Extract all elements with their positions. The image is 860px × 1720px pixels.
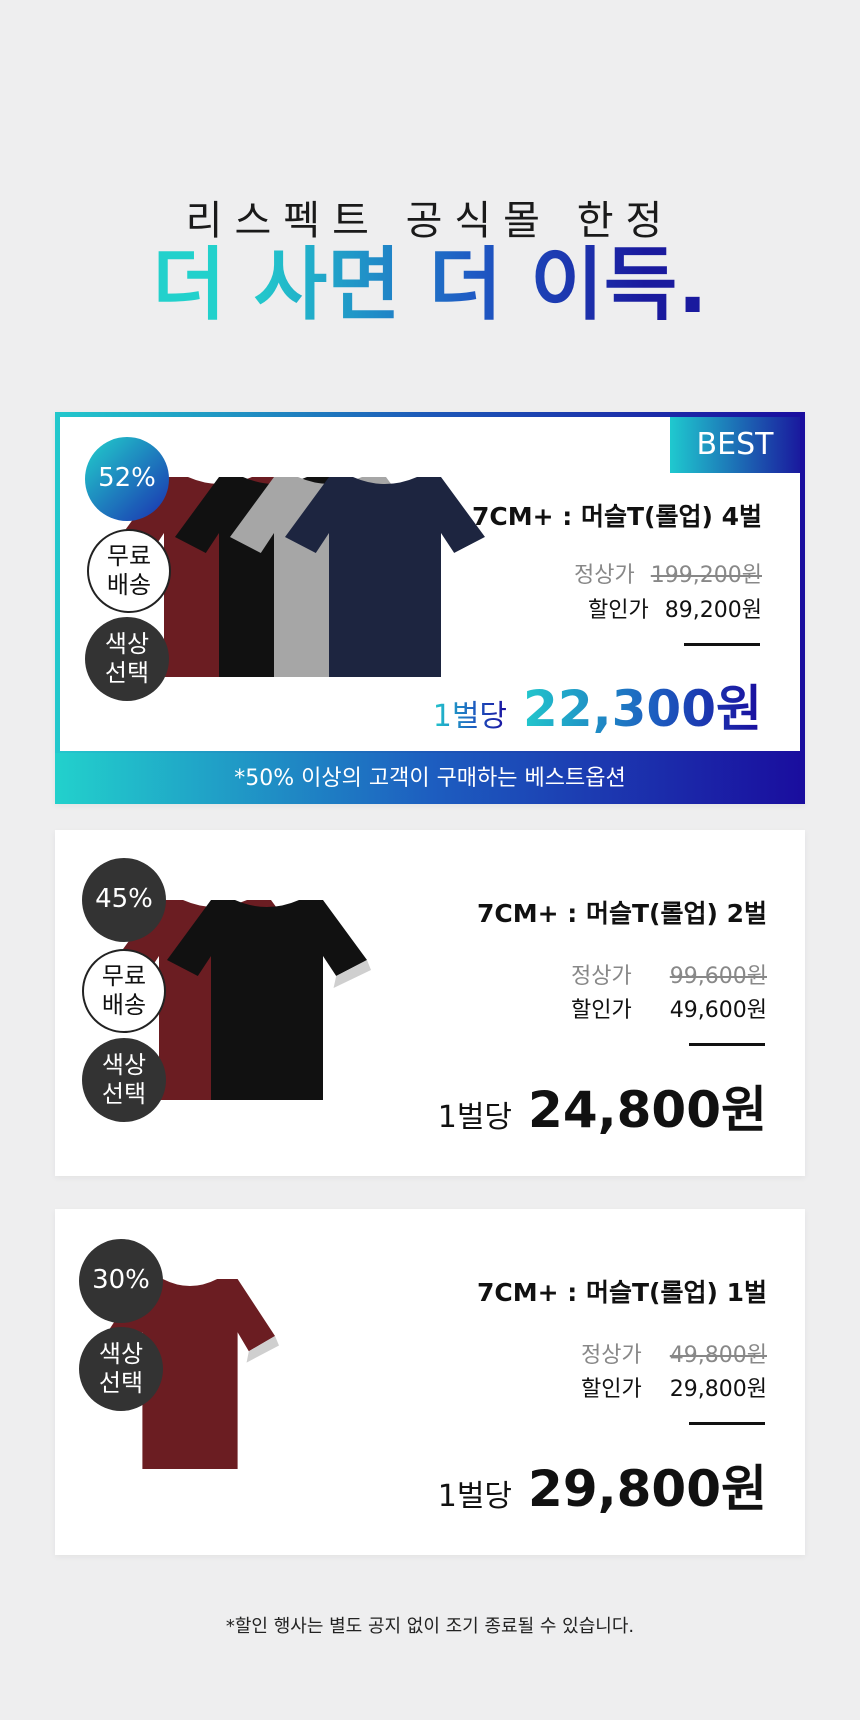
divider: [684, 643, 760, 646]
free-shipping-badge: 무료 배송: [82, 949, 166, 1033]
free-shipping-badge: 무료 배송: [87, 529, 171, 613]
sale-price-label: 할인가: [588, 598, 649, 623]
unit-price: 22,300원: [523, 669, 762, 741]
regular-price: 199,200원: [650, 563, 762, 588]
product-card-body: BEST 52% 무료 배송 색상 선택 7CM+ : 머슬T(롤업) 4벌 정…: [60, 417, 800, 751]
regular-price-row: 정상가 99,600원: [571, 958, 767, 990]
unit-price: 29,800원: [528, 1460, 767, 1518]
discount-badge: 30%: [79, 1239, 163, 1323]
product-card-1pack[interactable]: 30% 색상 선택 7CM+ : 머슬T(롤업) 1벌 정상가 49,800원 …: [55, 1209, 805, 1555]
regular-price: 99,600원: [669, 964, 767, 989]
regular-price-row: 정상가 49,800원: [581, 1337, 767, 1369]
sale-price-label: 할인가: [581, 1377, 642, 1402]
product-card-2pack[interactable]: 45% 무료 배송 색상 선택 7CM+ : 머슬T(롤업) 2벌 정상가 99…: [55, 830, 805, 1176]
sale-price-row: 할인가 29,800원: [581, 1371, 767, 1403]
unit-price-label: 1벌당: [437, 1100, 513, 1135]
disclaimer-note: *할인 행사는 별도 공지 없이 조기 종료될 수 있습니다.: [225, 1616, 635, 1637]
regular-price: 49,800원: [669, 1343, 767, 1368]
unit-price-row: 1벌당 22,300원: [433, 669, 762, 741]
color-select-badge: 색상 선택: [79, 1327, 163, 1411]
regular-price-row: 정상가 199,200원: [574, 557, 762, 589]
regular-price-label: 정상가: [574, 563, 635, 588]
sale-price-row: 할인가 49,600원: [571, 992, 767, 1024]
color-select-badge: 색상 선택: [82, 1038, 166, 1122]
discount-badge: 52%: [85, 437, 169, 521]
sale-price: 29,800원: [669, 1377, 767, 1402]
unit-price-label: 1벌당: [433, 691, 507, 735]
unit-price-row: 1벌당 24,800원: [438, 1070, 767, 1142]
product-name: 7CM+ : 머슬T(롤업) 2벌: [477, 899, 767, 928]
tshirt-image-4pack: [120, 477, 489, 677]
product-name: 7CM+ : 머슬T(롤업) 4벌: [472, 502, 762, 531]
divider: [689, 1043, 765, 1046]
product-name: 7CM+ : 머슬T(롤업) 1벌: [477, 1278, 767, 1307]
promo-headline: 더 사면 더 이득.: [0, 245, 860, 325]
color-select-badge: 색상 선택: [85, 617, 169, 701]
unit-price-row: 1벌당 29,800원: [438, 1449, 767, 1521]
regular-price-label: 정상가: [571, 964, 632, 989]
regular-price-label: 정상가: [581, 1343, 642, 1368]
sale-price: 49,600원: [669, 998, 767, 1023]
unit-price: 24,800원: [528, 1081, 767, 1139]
unit-price-label: 1벌당: [437, 1479, 513, 1514]
best-badge: BEST: [670, 417, 800, 473]
product-card-4pack[interactable]: BEST 52% 무료 배송 색상 선택 7CM+ : 머슬T(롤업) 4벌 정…: [55, 412, 805, 804]
discount-badge: 45%: [82, 858, 166, 942]
best-option-banner: *50% 이상의 고객이 구매하는 베스트옵션: [55, 753, 805, 804]
sale-price-row: 할인가 89,200원: [588, 592, 762, 624]
sale-price-label: 할인가: [571, 998, 632, 1023]
divider: [689, 1422, 765, 1425]
sale-price: 89,200원: [664, 598, 762, 623]
